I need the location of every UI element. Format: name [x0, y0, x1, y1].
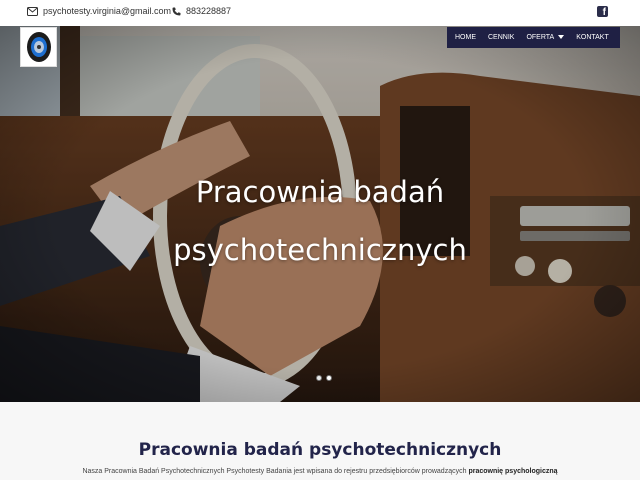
section-text: Nasza Pracownia Badań Psychotechnicznych…	[0, 468, 640, 475]
section-text-bold: pracownię psychologiczną	[468, 468, 558, 475]
email-text[interactable]: psychotesty.virginia@gmail.com	[43, 6, 171, 16]
nav-cennik[interactable]: CENNIK	[482, 27, 520, 48]
slider-dot-1[interactable]	[316, 375, 322, 381]
hero-slider: HOME CENNIK OFERTA KONTAKT Pracownia bad…	[0, 26, 640, 402]
envelope-icon	[27, 6, 38, 16]
top-contact-bar: psychotesty.virginia@gmail.com 883228887…	[0, 0, 640, 26]
tire-logo-icon	[26, 32, 51, 62]
intro-section: Pracownia badań psychotechnicznych Nasza…	[0, 402, 640, 480]
slider-dot-2[interactable]	[326, 375, 332, 381]
hero-title-line1: Pracownia badań	[195, 175, 445, 209]
phone-contact[interactable]: 883228887	[172, 6, 231, 16]
site-logo[interactable]	[20, 27, 57, 67]
phone-text[interactable]: 883228887	[186, 6, 231, 16]
hero-title-line2: psychotechnicznych	[173, 233, 467, 267]
email-contact[interactable]: psychotesty.virginia@gmail.com	[27, 6, 171, 16]
section-title: Pracownia badań psychotechnicznych	[138, 440, 502, 460]
facebook-icon[interactable]: f	[597, 6, 608, 18]
nav-kontakt[interactable]: KONTAKT	[570, 27, 615, 48]
phone-icon	[172, 7, 181, 15]
nav-oferta[interactable]: OFERTA	[520, 27, 570, 48]
main-navigation: HOME CENNIK OFERTA KONTAKT	[447, 27, 620, 48]
nav-oferta-label: OFERTA	[526, 34, 555, 41]
chevron-down-icon	[558, 35, 565, 40]
hero-title: Pracownia badań psychotechnicznych	[0, 163, 640, 279]
section-text-main: Nasza Pracownia Badań Psychotechnicznych…	[82, 468, 467, 475]
slider-indicators	[316, 375, 336, 381]
nav-home[interactable]: HOME	[447, 27, 482, 48]
